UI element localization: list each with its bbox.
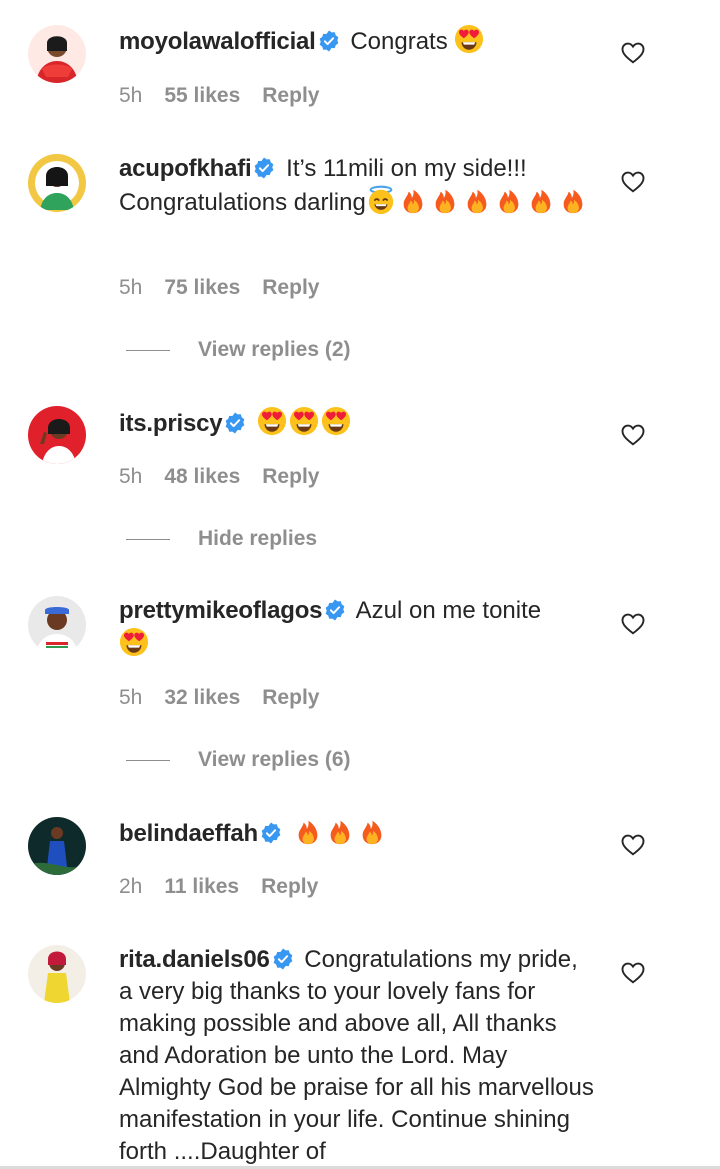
heart-eyes-emoji-icon: [119, 627, 149, 657]
fire-emoji-icon: [293, 816, 323, 846]
comment-text: rita.daniels06 Congratulations my pride,…: [119, 944, 594, 1168]
fire-emoji-icon: [398, 185, 428, 215]
timestamp: 2h: [119, 875, 143, 898]
timestamp: 5h: [119, 686, 143, 709]
timestamp: 5h: [119, 465, 143, 488]
username[interactable]: its.priscy: [119, 410, 223, 437]
comment-text: moyolawalofficial Congrats: [119, 24, 594, 58]
heart-outline-icon[interactable]: [621, 834, 645, 856]
fire-emoji-icon: [430, 185, 460, 215]
comment-text: its.priscy: [119, 406, 594, 440]
verified-badge-icon: [324, 599, 346, 621]
reply-button[interactable]: Reply: [262, 686, 319, 709]
username[interactable]: prettymikeoflagos: [119, 597, 323, 624]
verified-badge-icon: [224, 412, 246, 434]
timestamp: 5h: [119, 84, 143, 107]
reply-button[interactable]: Reply: [261, 875, 318, 898]
comment-text: prettymikeoflagos Azul on me tonite: [119, 595, 594, 661]
halo-smile-emoji-icon: [366, 185, 396, 215]
fire-emoji-icon: [462, 185, 492, 215]
replies-label: Hide replies: [198, 527, 318, 550]
fire-emoji-icon: [526, 185, 556, 215]
avatar[interactable]: [28, 406, 86, 464]
reply-button[interactable]: Reply: [262, 84, 319, 107]
heart-outline-icon[interactable]: [621, 424, 645, 446]
verified-badge-icon: [272, 948, 294, 970]
comment-text: acupofkhafi It’s 11mili on my side!!! Co…: [119, 153, 594, 219]
avatar[interactable]: [28, 25, 86, 83]
verified-badge-icon: [260, 822, 282, 844]
replies-divider: [126, 349, 170, 351]
comment-message: Congratulations my pride, a very big tha…: [119, 946, 594, 1165]
heart-eyes-emoji-icon: [454, 24, 484, 54]
heart-eyes-emoji-icon: [257, 406, 287, 436]
username[interactable]: rita.daniels06: [119, 946, 270, 973]
username[interactable]: moyolawalofficial: [119, 28, 316, 55]
heart-eyes-emoji-icon: [321, 406, 351, 436]
hide-replies-button[interactable]: Hide replies: [126, 525, 317, 553]
heart-outline-icon[interactable]: [621, 171, 645, 193]
replies-divider: [126, 759, 170, 761]
likes-count[interactable]: 75 likes: [164, 276, 240, 299]
avatar[interactable]: [28, 154, 86, 212]
username[interactable]: belindaeffah: [119, 820, 258, 847]
verified-badge-icon: [318, 30, 340, 52]
likes-count[interactable]: 11 likes: [164, 875, 239, 898]
comment-meta: 2h 11 likes Reply: [119, 873, 340, 901]
comment-meta: 5h 55 likes Reply: [119, 82, 341, 110]
reply-button[interactable]: Reply: [262, 465, 319, 488]
heart-outline-icon[interactable]: [621, 42, 645, 64]
fire-emoji-icon: [325, 816, 355, 846]
likes-count[interactable]: 32 likes: [164, 686, 240, 709]
replies-label: View replies (2): [198, 338, 351, 361]
comment-meta: 5h 48 likes Reply: [119, 463, 341, 491]
replies-label: View replies (6): [198, 748, 351, 771]
comment-message: Congrats: [350, 28, 448, 55]
username[interactable]: acupofkhafi: [119, 155, 252, 182]
replies-divider: [126, 538, 170, 540]
avatar[interactable]: [28, 596, 86, 654]
fire-emoji-icon: [494, 185, 524, 215]
avatar[interactable]: [28, 817, 86, 875]
comment-text: belindaeffah: [119, 816, 594, 850]
reply-button[interactable]: Reply: [262, 276, 319, 299]
fire-emoji-icon: [558, 185, 588, 215]
view-replies-button[interactable]: View replies (6): [126, 746, 351, 774]
likes-count[interactable]: 48 likes: [164, 465, 240, 488]
view-replies-button[interactable]: View replies (2): [126, 336, 351, 364]
comment-meta: 5h 32 likes Reply: [119, 684, 341, 712]
verified-badge-icon: [253, 157, 275, 179]
fire-emoji-icon: [357, 816, 387, 846]
comment-message: Azul on me tonite: [355, 597, 542, 624]
comment-meta: 5h 75 likes Reply: [119, 274, 341, 302]
timestamp: 5h: [119, 276, 143, 299]
heart-outline-icon[interactable]: [621, 962, 645, 984]
likes-count[interactable]: 55 likes: [164, 84, 240, 107]
avatar[interactable]: [28, 945, 86, 1003]
heart-eyes-emoji-icon: [289, 406, 319, 436]
heart-outline-icon[interactable]: [621, 613, 645, 635]
